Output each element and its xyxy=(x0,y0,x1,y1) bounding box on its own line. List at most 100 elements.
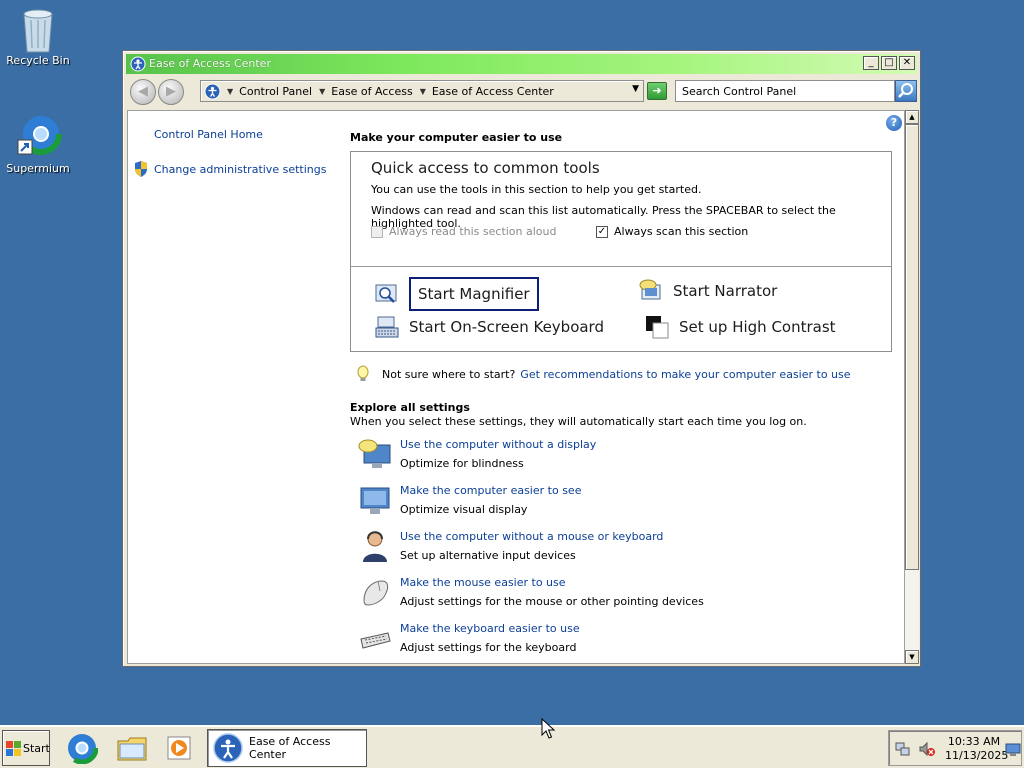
recommendations-link[interactable]: Get recommendations to make your compute… xyxy=(520,368,850,381)
system-tray: 10:33 AM 11/13/2025 xyxy=(888,730,1022,766)
supermium-icon[interactable] xyxy=(65,731,99,765)
lightbulb-icon xyxy=(356,365,370,383)
start-label: Start xyxy=(23,741,50,755)
setting-description: Set up alternative input devices xyxy=(400,549,576,562)
quick-access-description: You can use the tools in this section to… xyxy=(371,183,702,196)
taskbar: Start Ease of Access Center 10:33 AM 11/… xyxy=(0,725,1024,768)
keyboard-icon xyxy=(358,621,392,655)
start-button[interactable]: Start xyxy=(2,730,50,766)
search-button[interactable] xyxy=(895,80,917,102)
setting-link[interactable]: Make the keyboard easier to use xyxy=(400,622,580,635)
explore-description: When you select these settings, they wil… xyxy=(350,415,807,428)
recycle-bin-icon xyxy=(16,6,60,53)
clock-time: 10:33 AM xyxy=(947,735,1001,748)
set-up-high-contrast-button[interactable]: Set up High Contrast xyxy=(645,315,836,339)
scroll-down-button[interactable]: ▼ xyxy=(905,650,919,664)
navigation-bar: ◀ ▶ ▼ Control Panel ▼ Ease of Access ▼ E… xyxy=(126,76,917,106)
clock-date: 11/13/2025 xyxy=(945,749,1009,762)
scroll-track[interactable] xyxy=(905,570,919,650)
hint-text: Not sure where to start? xyxy=(382,367,516,381)
breadcrumb: ▼ Control Panel ▼ Ease of Access ▼ Ease … xyxy=(227,85,561,98)
breadcrumb-ease-of-access[interactable]: Ease of Access xyxy=(331,85,412,98)
start-on-screen-keyboard-label: Start On-Screen Keyboard xyxy=(409,318,604,336)
chevron-right-icon[interactable]: ▼ xyxy=(319,87,325,96)
scroll-up-button[interactable]: ▲ xyxy=(905,110,919,124)
setting-link[interactable]: Use the computer without a display xyxy=(400,438,596,451)
chevron-down-icon[interactable]: ▼ xyxy=(632,84,639,94)
setting-link[interactable]: Make the computer easier to see xyxy=(400,484,581,497)
minimize-button[interactable]: _ xyxy=(863,56,879,70)
control-panel-home-link[interactable]: Control Panel Home xyxy=(154,128,263,141)
on-screen-keyboard-icon xyxy=(375,315,399,339)
network-icon[interactable] xyxy=(895,741,911,757)
desktop-icon-label: Supermium xyxy=(6,162,70,175)
start-magnifier-button[interactable]: Start Magnifier xyxy=(375,277,539,311)
narrator-icon xyxy=(639,279,663,303)
window-title: Ease of Access Center xyxy=(149,57,271,70)
control-panel-icon xyxy=(204,83,221,100)
mouse-icon xyxy=(358,575,392,609)
setting-description: Adjust settings for the keyboard xyxy=(400,641,577,654)
refresh-button[interactable]: ➜ xyxy=(647,82,667,100)
desktop-icon-label: Recycle Bin xyxy=(6,54,70,67)
ease-of-access-icon xyxy=(213,733,243,763)
windows-logo-icon xyxy=(6,740,21,756)
set-up-high-contrast-label: Set up High Contrast xyxy=(679,318,836,336)
setting-item: Make the computer easier to see Optimize… xyxy=(358,483,581,517)
page-title: Make your computer easier to use xyxy=(350,131,563,144)
breadcrumb-ease-of-access-center[interactable]: Ease of Access Center xyxy=(432,85,554,98)
forward-button[interactable]: ▶ xyxy=(158,79,184,105)
volume-muted-icon[interactable] xyxy=(919,741,935,757)
read-aloud-label: Always read this section aloud xyxy=(389,225,557,238)
search-icon xyxy=(898,83,913,98)
setting-item: Make the keyboard easier to use Adjust s… xyxy=(358,621,580,655)
scan-checkbox[interactable]: ✓ Always scan this section xyxy=(596,225,748,238)
person-headset-icon xyxy=(358,529,392,563)
scan-label: Always scan this section xyxy=(614,225,749,238)
ease-of-access-window: Ease of Access Center _ □ ✕ ◀ ▶ ▼ Contro… xyxy=(122,50,921,667)
start-on-screen-keyboard-button[interactable]: Start On-Screen Keyboard xyxy=(375,315,604,339)
display-icon[interactable] xyxy=(1005,743,1021,757)
mouse-cursor-icon xyxy=(541,717,557,740)
change-admin-settings-link[interactable]: Change administrative settings xyxy=(154,163,326,176)
setting-description: Optimize for blindness xyxy=(400,457,524,470)
start-magnifier-label: Start Magnifier xyxy=(409,277,539,311)
taskbar-item-ease-of-access-center[interactable]: Ease of Access Center xyxy=(207,729,367,767)
desktop-icon-supermium[interactable]: Supermium xyxy=(0,113,76,175)
setting-link[interactable]: Use the computer without a mouse or keyb… xyxy=(400,530,663,543)
chevron-right-icon[interactable]: ▼ xyxy=(227,87,233,96)
search-input[interactable]: Search Control Panel xyxy=(675,80,895,102)
back-button[interactable]: ◀ xyxy=(130,79,156,105)
explore-all-settings-heading: Explore all settings xyxy=(350,401,470,414)
file-explorer-icon[interactable] xyxy=(116,732,148,764)
checkbox-box xyxy=(371,225,383,238)
help-icon[interactable]: ? xyxy=(886,115,902,131)
setting-link[interactable]: Make the mouse easier to use xyxy=(400,576,704,589)
monitor-speech-icon xyxy=(358,437,392,471)
maximize-button[interactable]: □ xyxy=(881,56,897,70)
ease-of-access-icon xyxy=(130,56,146,72)
recommendations-hint: Not sure where to start? Get recommendat… xyxy=(356,365,851,383)
setting-item: Make the mouse easier to use Adjust sett… xyxy=(358,575,704,609)
read-aloud-checkbox[interactable]: Always read this section aloud xyxy=(371,225,557,238)
scroll-thumb[interactable] xyxy=(905,124,919,570)
magnifier-icon xyxy=(375,282,399,306)
divider xyxy=(351,266,891,267)
chevron-right-icon[interactable]: ▼ xyxy=(420,87,426,96)
setting-item: Use the computer without a mouse or keyb… xyxy=(358,529,663,563)
address-bar[interactable]: ▼ Control Panel ▼ Ease of Access ▼ Ease … xyxy=(200,80,644,102)
close-button[interactable]: ✕ xyxy=(899,56,915,70)
start-narrator-button[interactable]: Start Narrator xyxy=(639,279,777,303)
desktop-icon-recycle-bin[interactable]: Recycle Bin xyxy=(0,6,76,67)
checkmark-icon: ✓ xyxy=(596,225,608,238)
quick-access-panel: Quick access to common tools You can use… xyxy=(350,151,892,352)
start-narrator-label: Start Narrator xyxy=(673,282,778,300)
breadcrumb-control-panel[interactable]: Control Panel xyxy=(239,85,312,98)
title-bar[interactable]: Ease of Access Center _ □ ✕ xyxy=(126,54,917,74)
media-player-icon[interactable] xyxy=(164,732,196,764)
vertical-scrollbar[interactable]: ▲ ▼ xyxy=(905,110,919,664)
clock[interactable]: 10:33 AM 11/13/2025 xyxy=(945,735,1009,763)
supermium-browser-icon xyxy=(16,113,62,158)
setting-description: Adjust settings for the mouse or other p… xyxy=(400,595,704,608)
content-pane: Control Panel Home Change administrative… xyxy=(127,110,905,664)
